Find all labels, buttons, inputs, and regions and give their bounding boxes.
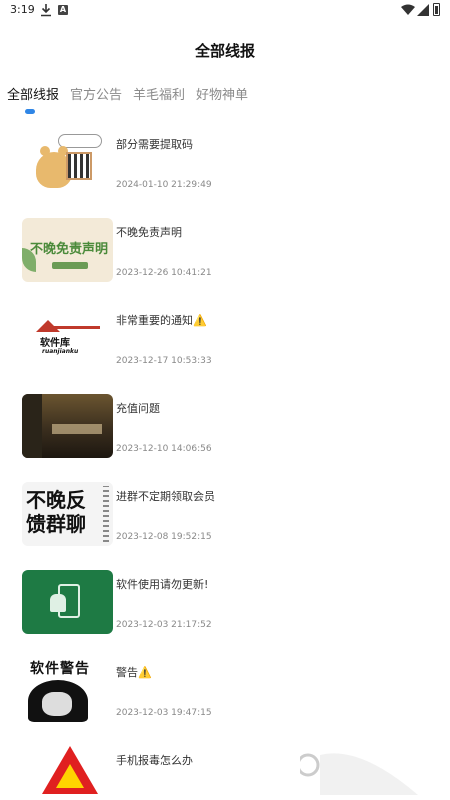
thumbnail-bar (52, 262, 88, 269)
tab-all[interactable]: 全部线报 (7, 86, 59, 106)
item-date: 2023-12-03 19:47:15 (116, 708, 212, 718)
category-tabs: 全部线报 官方公告 羊毛福利 好物神单 (7, 86, 259, 106)
list-item[interactable]: 不晚免责声明 不晚免责声明 2023-12-26 10:41:21 (0, 210, 450, 298)
wifi-icon (401, 4, 415, 15)
meme-face-image (28, 680, 88, 722)
list-item[interactable]: 部分需要提取码 2024-01-10 21:29:49 (0, 122, 450, 210)
item-title: 软件使用请勿更新! (116, 578, 209, 591)
item-thumbnail (22, 394, 113, 458)
qr-code-image (66, 152, 92, 180)
list-item[interactable]: 软件库 ruanjianku 非常重要的通知⚠️ 2023-12-17 10:5… (0, 298, 450, 386)
thumbnail-subtext: ruanjianku (42, 348, 79, 355)
list-item[interactable]: 软件使用请勿更新! 2023-12-03 21:17:52 (0, 562, 450, 650)
item-title: 警告⚠️ (116, 666, 152, 679)
tab-goods[interactable]: 好物神单 (196, 86, 248, 106)
status-time: 3:19 (10, 3, 35, 16)
item-date: 2023-12-03 21:17:52 (116, 620, 212, 630)
status-bar: 3:19 A (0, 0, 450, 22)
item-thumbnail (22, 130, 113, 194)
item-thumbnail: 不晚免责声明 (22, 218, 113, 282)
item-date: 2023-12-10 14:06:56 (116, 444, 212, 454)
item-date: 2023-12-08 19:52:15 (116, 532, 212, 542)
tab-official[interactable]: 官方公告 (70, 86, 122, 106)
item-thumbnail: 不晚反馈群聊 (22, 482, 113, 546)
thumbnail-text: 软件库 (40, 338, 70, 349)
item-thumbnail (22, 570, 113, 634)
item-title: 非常重要的通知⚠️ (116, 314, 207, 327)
warning-inner-icon (56, 764, 84, 788)
thumbnail-text: 不晚免责声明 (30, 242, 109, 257)
list-item[interactable]: 软件警告 警告⚠️ 2023-12-03 19:47:15 (0, 650, 450, 738)
photo-shadow (22, 394, 42, 458)
logo-line (48, 326, 100, 329)
page-title: 全部线报 (194, 42, 255, 60)
signal-icon (417, 4, 429, 16)
item-title: 充值问题 (116, 402, 160, 415)
list-item[interactable]: 不晚反馈群聊 进群不定期领取会员 2023-12-08 19:52:15 (0, 474, 450, 562)
list-item[interactable]: 充值问题 2023-12-10 14:06:56 (0, 386, 450, 474)
item-date: 2023-12-17 10:53:33 (116, 356, 212, 366)
dots-decoration (103, 486, 109, 542)
watermark-logo (300, 753, 418, 795)
photo-table (52, 424, 102, 434)
item-thumbnail: 软件警告 (22, 658, 113, 722)
item-title: 手机报毒怎么办 (116, 754, 193, 767)
item-title: 不晚免责声明 (116, 226, 182, 239)
battery-icon (433, 3, 440, 16)
item-thumbnail (22, 746, 113, 800)
item-thumbnail: 软件库 ruanjianku (22, 306, 113, 370)
tab-welfare[interactable]: 羊毛福利 (133, 86, 185, 106)
thumbnail-text: 不晚反馈群聊 (26, 488, 86, 536)
download-icon (41, 4, 51, 17)
thumbnail-text: 软件警告 (30, 661, 90, 677)
item-title: 部分需要提取码 (116, 138, 193, 151)
item-date: 2023-12-26 10:41:21 (116, 268, 212, 278)
tab-indicator (25, 109, 35, 114)
item-title: 进群不定期领取会员 (116, 490, 215, 503)
item-date: 2024-01-10 21:29:49 (116, 180, 212, 190)
app-notification-icon: A (58, 5, 68, 15)
android-icon (50, 594, 66, 612)
